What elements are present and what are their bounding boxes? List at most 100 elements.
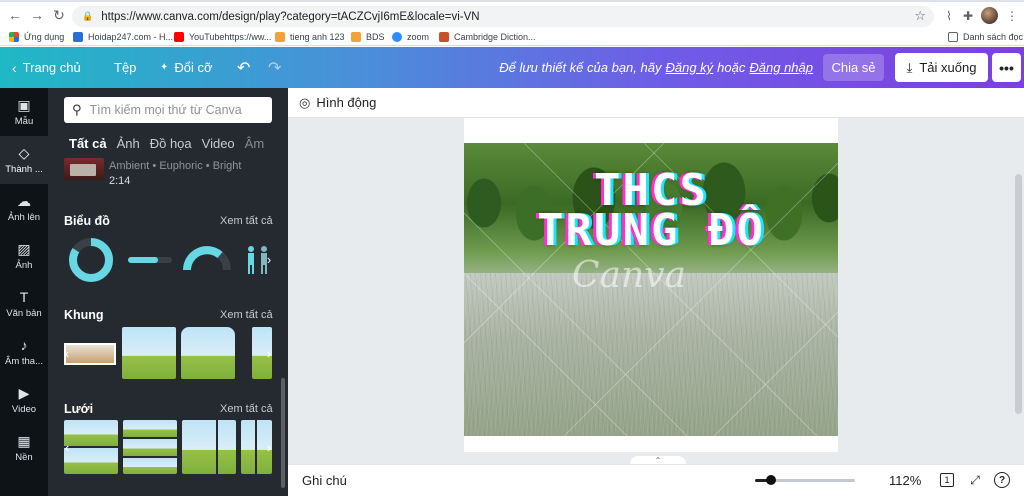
donut-chart-thumbnail[interactable] <box>66 235 116 285</box>
forward-arrow-icon[interactable]: → <box>26 4 48 26</box>
save-prompt-text: Để lưu thiết kế của bạn, hãy <box>499 60 662 75</box>
bookmark-zoom[interactable]: zoom <box>392 30 429 44</box>
workspace-scrollbar[interactable] <box>1015 174 1022 414</box>
frame-thumbnail-arched[interactable] <box>181 327 235 379</box>
bookmark-label: BDS <box>366 32 385 42</box>
zoom-icon <box>392 32 402 42</box>
reload-icon[interactable]: ↻ <box>48 4 70 26</box>
section-title-charts: Biểu đồ <box>64 214 110 228</box>
redo-icon[interactable]: ↷ <box>268 47 281 88</box>
bookmark-label: tieng anh 123 <box>290 32 345 42</box>
design-title-line-2[interactable]: TRUNG ĐÔ <box>464 205 838 256</box>
zoom-level[interactable]: 112% <box>889 473 921 488</box>
audio-duration: 2:14 <box>109 175 131 187</box>
bookmark-apps[interactable]: Ứng dụng <box>9 30 64 44</box>
zoom-slider-handle[interactable] <box>766 475 776 485</box>
rail-label: Âm tha... <box>4 356 43 367</box>
rail-item-background[interactable]: ▦ Nền <box>0 424 48 472</box>
rail-label: Video <box>11 404 37 415</box>
chevron-left-icon[interactable]: ‹ <box>60 344 74 362</box>
download-button[interactable]: ⤓ Tải xuống <box>895 53 988 82</box>
sparkle-icon: ✦ <box>160 62 169 73</box>
rail-label: Mẫu <box>14 116 34 127</box>
puzzle-icon[interactable]: ✚ <box>960 8 976 24</box>
rail-item-uploads[interactable]: ☁ Ảnh lên <box>0 184 48 232</box>
tab-photos[interactable]: Ảnh <box>117 136 140 154</box>
fullscreen-icon[interactable]: ⤢ <box>966 471 984 489</box>
bookmark-star-icon[interactable]: ☆ <box>914 8 926 24</box>
bookmark-cambridge[interactable]: Cambridge Diction... <box>439 30 536 44</box>
grid-thumbnail-stacked[interactable] <box>123 420 177 474</box>
cloud-upload-icon: ☁ <box>17 193 31 209</box>
search-box[interactable]: ⚲ <box>64 97 272 123</box>
more-options-button[interactable]: ••• <box>992 53 1021 82</box>
reading-list-icon <box>948 32 958 42</box>
see-all-frames-link[interactable]: Xem tất cả <box>220 309 273 321</box>
template-icon: ▣ <box>17 97 31 113</box>
tab-audio[interactable]: Âm <box>245 136 265 154</box>
design-canvas[interactable]: THCS TRUNG ĐÔ Canva <box>464 143 838 436</box>
rail-item-text[interactable]: T Văn bản <box>0 280 48 328</box>
editor-toolbar: ◎ Hình động <box>288 88 1024 118</box>
login-link[interactable]: Đăng nhập <box>749 60 813 75</box>
rail-item-video[interactable]: ▶ Video <box>0 376 48 424</box>
video-icon: ▶ <box>18 385 30 401</box>
elements-panel: ⚲ Tất cả Ảnh Đồ họa Video Âm Ambient • E… <box>48 88 288 496</box>
chevron-right-icon[interactable]: › <box>262 344 276 362</box>
bookmark-bds[interactable]: BDS <box>351 30 385 44</box>
browser-menu-icon[interactable]: ⋮ <box>1004 8 1020 24</box>
chevron-right-icon[interactable]: › <box>262 250 276 268</box>
extension-icon[interactable]: ⌇ <box>941 8 957 24</box>
image-icon: ▨ <box>17 241 31 257</box>
audio-track-item[interactable]: Ambient • Euphoric • Bright 2:14 <box>64 158 272 192</box>
undo-icon[interactable]: ↶ <box>237 47 250 88</box>
lock-icon: 🔒 <box>82 11 94 21</box>
bookmark-label: Danh sách đọc <box>963 32 1024 42</box>
search-input[interactable] <box>89 103 260 117</box>
rail-label: Ảnh <box>15 260 33 271</box>
text-icon: T <box>19 289 29 305</box>
tab-all[interactable]: Tất cả <box>69 136 107 154</box>
home-button[interactable]: ‹ Trang chủ <box>12 47 81 88</box>
notes-button[interactable]: Ghi chú <box>302 473 347 488</box>
grid-thumbnail-columns[interactable] <box>182 420 236 474</box>
folder-icon <box>275 32 285 42</box>
bookmark-reading-list[interactable]: Danh sách đọc <box>948 30 1023 44</box>
help-icon[interactable]: ? <box>994 472 1010 488</box>
rail-item-photos[interactable]: ▨ Ảnh <box>0 232 48 280</box>
panel-scrollbar[interactable] <box>281 378 285 488</box>
bookmark-label: Ứng dụng <box>24 32 65 42</box>
rail-label: Ảnh lên <box>7 212 41 223</box>
chevron-left-icon[interactable]: ‹ <box>60 438 74 456</box>
youtube-icon <box>174 32 184 42</box>
page-count-icon[interactable]: 1 <box>940 473 954 487</box>
share-button[interactable]: Chia sẻ <box>823 54 884 81</box>
hoidap-icon <box>73 32 83 42</box>
resize-button[interactable]: ✦ Đổi cỡ <box>160 47 213 88</box>
or-text: hoặc <box>717 60 746 75</box>
frame-thumbnail-landscape[interactable] <box>122 327 176 379</box>
download-icon: ⤓ <box>906 59 913 75</box>
address-bar[interactable]: 🔒 https://www.canva.com/design/play?cate… <box>72 6 934 27</box>
apps-grid-icon <box>9 32 19 42</box>
rail-item-templates[interactable]: ▣ Mẫu <box>0 88 48 136</box>
animate-button[interactable]: Hình động <box>316 95 376 110</box>
editor-topbar: ‹ Trang chủ Tệp ✦ Đổi cỡ ↶ ↷ Để lưu thiết … <box>0 47 1024 88</box>
profile-avatar[interactable] <box>981 7 998 24</box>
file-menu[interactable]: Tệp <box>114 47 136 88</box>
progress-bar-thumbnail[interactable] <box>126 254 174 266</box>
signup-link[interactable]: Đăng ký <box>665 60 713 75</box>
rail-item-elements[interactable]: ◇ Thành ... <box>0 136 48 184</box>
back-arrow-icon[interactable]: ← <box>4 4 26 26</box>
folder-icon <box>351 32 361 42</box>
bookmark-youtube[interactable]: YouTubehttps://ww... <box>174 30 271 44</box>
tab-graphics[interactable]: Đồ họa <box>150 136 192 154</box>
see-all-grids-link[interactable]: Xem tất cả <box>220 403 273 415</box>
see-all-charts-link[interactable]: Xem tất cả <box>220 215 273 227</box>
chevron-right-icon[interactable]: › <box>262 438 276 456</box>
rail-item-audio[interactable]: ♪ Âm tha... <box>0 328 48 376</box>
bookmark-tieng-anh[interactable]: tieng anh 123 <box>275 30 345 44</box>
tab-video[interactable]: Video <box>202 136 235 154</box>
gauge-chart-thumbnail[interactable] <box>182 238 232 274</box>
bookmark-hoidap[interactable]: Hoidap247.com - H... <box>73 30 173 44</box>
